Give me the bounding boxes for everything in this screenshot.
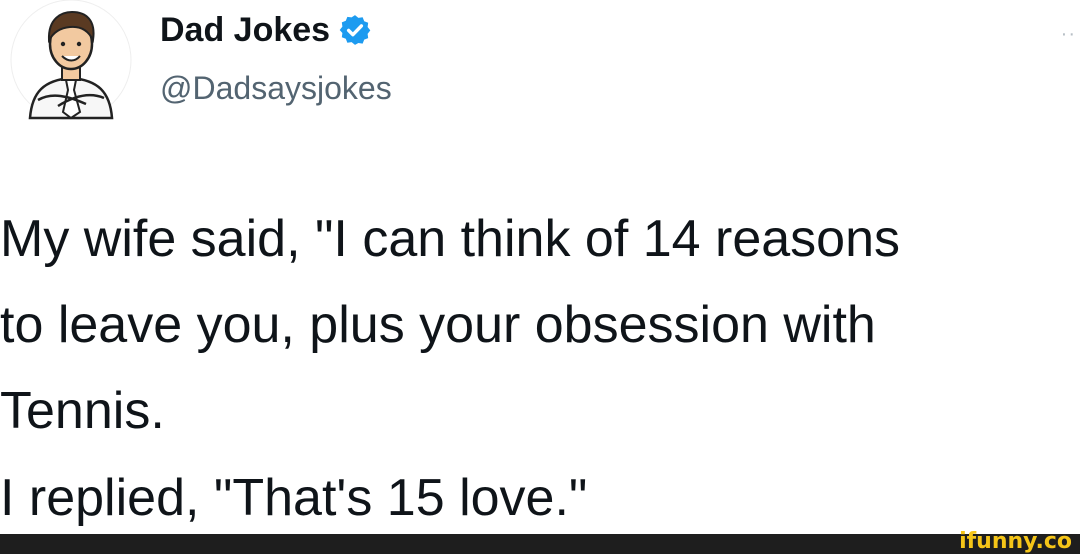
watermark-bar <box>0 534 1080 554</box>
tweet-text-line: to leave you, plus your obsession with <box>0 296 876 354</box>
more-options-icon[interactable]: ·· <box>1061 24 1076 44</box>
ifunny-watermark: ifunny.co <box>959 529 1072 554</box>
display-name[interactable]: Dad Jokes <box>160 8 372 52</box>
tweet-text: My wife said, "I can think of 14 reasons… <box>0 196 1080 454</box>
tweet-reply-line: I replied, "That's 15 love." <box>0 469 588 527</box>
verified-badge-icon <box>338 13 372 47</box>
display-name-text[interactable]: Dad Jokes <box>160 8 330 52</box>
tweet-card: Dad Jokes @Dadsaysjokes ·· My wife said,… <box>0 0 1080 554</box>
tweet-text-line: My wife said, "I can think of 14 reasons <box>0 210 900 268</box>
cartoon-man-avatar-icon <box>10 0 132 121</box>
user-handle[interactable]: @Dadsaysjokes <box>160 68 392 108</box>
avatar[interactable] <box>8 0 134 121</box>
tweet-text-line: Tennis. <box>0 382 165 440</box>
